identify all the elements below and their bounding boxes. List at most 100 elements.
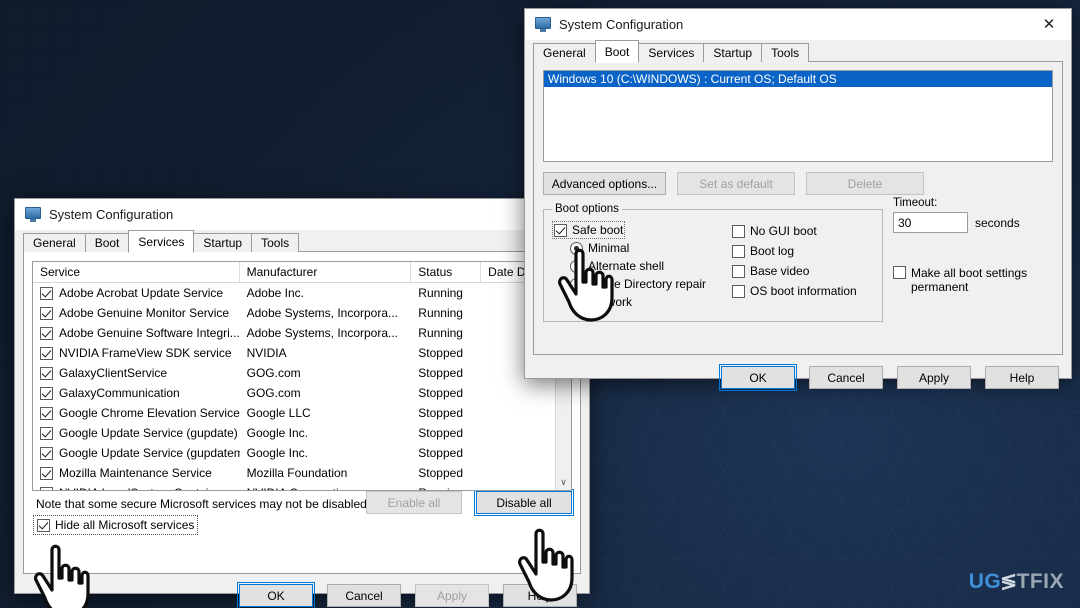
service-checkbox[interactable]	[40, 326, 53, 340]
radio-alternate-shell[interactable]: Alternate shell	[570, 259, 732, 273]
disable-all-button[interactable]: Disable all	[474, 489, 574, 516]
service-cell[interactable]: Adobe Genuine Monitor Service	[33, 306, 240, 320]
no-gui-boot-checkbox[interactable]: No GUI boot	[732, 224, 857, 238]
service-checkbox[interactable]	[40, 306, 53, 320]
make-boot-settings-permanent-checkbox[interactable]	[893, 266, 906, 279]
advanced-options-button[interactable]: Advanced options...	[543, 172, 666, 195]
service-checkbox[interactable]	[40, 406, 53, 420]
table-row[interactable]: Adobe Genuine Software Integri... Adobe S…	[33, 323, 571, 343]
ok-button-boot[interactable]: OK	[719, 364, 797, 391]
services-footer-buttons[interactable]: OK Cancel Apply Help	[15, 574, 589, 608]
tab-services[interactable]: Services	[638, 43, 705, 62]
checkbox-box[interactable]	[732, 224, 745, 238]
services-table-header[interactable]: Service Manufacturer Status Date Disable	[33, 262, 571, 283]
tab-services[interactable]: Services	[128, 230, 195, 253]
service-cell[interactable]: GalaxyCommunication	[33, 386, 240, 400]
table-row[interactable]: NVIDIA FrameView SDK service NVIDIA Stoppe…	[33, 343, 571, 363]
service-cell[interactable]: GalaxyClientService	[33, 366, 240, 380]
apply-button-boot[interactable]: Apply	[897, 366, 971, 389]
table-row[interactable]: Mozilla Maintenance Service Mozilla Found…	[33, 463, 571, 483]
system-configuration-services-window[interactable]: System Configuration General Boot Servic…	[14, 198, 590, 608]
service-checkbox[interactable]	[40, 366, 53, 380]
checkbox-box[interactable]	[732, 284, 745, 298]
radio-button[interactable]	[570, 295, 583, 309]
table-row[interactable]: GalaxyCommunication GOG.com Stopped	[33, 383, 571, 403]
timeout-section: Timeout: seconds Make all boot settings …	[893, 195, 1053, 322]
system-configuration-boot-window[interactable]: System Configuration ✕ General Boot Serv…	[524, 8, 1072, 391]
table-row[interactable]: Google Update Service (gupdate) Google In…	[33, 423, 571, 443]
service-cell[interactable]: NVIDIA LocalSystem Container	[33, 486, 240, 490]
checkbox-box[interactable]	[732, 264, 745, 278]
service-cell[interactable]: Mozilla Maintenance Service	[33, 466, 240, 480]
service-cell[interactable]: Google Update Service (gupdate)	[33, 426, 240, 440]
service-checkbox[interactable]	[40, 466, 53, 480]
ok-button-services[interactable]: OK	[237, 582, 315, 608]
boot-window-titlebar[interactable]: System Configuration ✕	[525, 9, 1071, 40]
service-checkbox[interactable]	[40, 286, 53, 300]
os-list-item[interactable]: Windows 10 (C:\WINDOWS) : Current OS; De…	[544, 71, 1052, 87]
services-window-tabstrip[interactable]: General Boot Services Startup Tools	[15, 230, 589, 253]
tab-startup[interactable]: Startup	[703, 43, 763, 62]
boot-footer-buttons[interactable]: OK Cancel Apply Help	[525, 355, 1071, 391]
base-video-checkbox[interactable]: Base video	[732, 264, 857, 278]
delete-button[interactable]: Delete	[806, 172, 924, 195]
service-checkbox[interactable]	[40, 426, 53, 440]
boot-window-title: System Configuration	[559, 17, 684, 32]
tab-startup[interactable]: Startup	[193, 233, 253, 252]
os-list-box[interactable]: Windows 10 (C:\WINDOWS) : Current OS; De…	[543, 70, 1053, 162]
radio-active-directory-repair[interactable]: Active Directory repair	[570, 277, 732, 291]
radio-button[interactable]	[570, 277, 583, 291]
tab-boot[interactable]: Boot	[594, 40, 640, 63]
boot-window-tabstrip[interactable]: General Boot Services Startup Tools	[525, 40, 1071, 63]
cancel-button-services[interactable]: Cancel	[327, 584, 401, 607]
service-checkbox[interactable]	[40, 386, 53, 400]
cancel-button-boot[interactable]: Cancel	[809, 366, 883, 389]
os-list-buttons[interactable]: Advanced options... Set as default Delet…	[543, 172, 1053, 195]
radio-network[interactable]: Network	[570, 295, 732, 309]
apply-button-services[interactable]: Apply	[415, 584, 489, 607]
table-row[interactable]: Google Chrome Elevation Service Google LL…	[33, 403, 571, 423]
radio-minimal[interactable]: Minimal	[570, 241, 732, 255]
set-as-default-button[interactable]: Set as default	[677, 172, 795, 195]
service-cell[interactable]: Adobe Acrobat Update Service	[33, 286, 240, 300]
tab-boot[interactable]: Boot	[84, 233, 130, 252]
service-cell[interactable]: NVIDIA FrameView SDK service	[33, 346, 240, 360]
service-checkbox[interactable]	[40, 346, 53, 360]
services-window-titlebar[interactable]: System Configuration	[15, 199, 589, 230]
service-checkbox[interactable]	[40, 446, 53, 460]
checkbox-box[interactable]	[554, 223, 567, 237]
enable-all-button[interactable]: Enable all	[366, 491, 462, 514]
checkbox-box[interactable]	[37, 518, 50, 532]
table-row[interactable]: Adobe Genuine Monitor Service Adobe Syste…	[33, 303, 571, 323]
os-boot-information-checkbox[interactable]: OS boot information	[732, 284, 857, 298]
tab-general[interactable]: General	[23, 233, 86, 252]
checkbox-box[interactable]	[732, 244, 745, 258]
radio-button[interactable]	[570, 241, 583, 255]
help-button-boot[interactable]: Help	[985, 366, 1059, 389]
help-button-services[interactable]: Help	[503, 584, 577, 607]
table-row[interactable]: NVIDIA LocalSystem Container NVIDIA Corpo…	[33, 483, 571, 490]
boot-log-checkbox[interactable]: Boot log	[732, 244, 857, 258]
safe-boot-label: Safe boot	[572, 223, 624, 237]
table-row[interactable]: GalaxyClientService GOG.com Stopped	[33, 363, 571, 383]
hide-all-microsoft-services-checkbox[interactable]: Hide all Microsoft services	[32, 515, 199, 535]
radio-button[interactable]	[570, 259, 583, 273]
service-cell[interactable]: Google Update Service (gupdatem)	[33, 446, 240, 460]
close-icon[interactable]: ✕	[1027, 9, 1071, 39]
service-checkbox[interactable]	[40, 486, 53, 490]
tab-tools[interactable]: Tools	[251, 233, 300, 252]
services-table-body[interactable]: Adobe Acrobat Update Service Adobe Inc. Ru…	[33, 283, 571, 490]
service-cell[interactable]: Google Chrome Elevation Service	[33, 406, 240, 420]
table-row[interactable]: Google Update Service (gupdatem) Google I…	[33, 443, 571, 463]
service-cell[interactable]: Adobe Genuine Software Integri...	[33, 326, 240, 340]
scroll-down-arrow[interactable]: ∨	[556, 474, 571, 490]
column-header-service[interactable]: Service	[33, 262, 240, 283]
table-row[interactable]: Adobe Acrobat Update Service Adobe Inc. Ru…	[33, 283, 571, 303]
tab-general[interactable]: General	[533, 43, 596, 62]
services-table[interactable]: Service Manufacturer Status Date Disable…	[32, 261, 572, 491]
column-header-manufacturer[interactable]: Manufacturer	[240, 262, 412, 283]
tab-tools[interactable]: Tools	[761, 43, 810, 62]
column-header-status[interactable]: Status	[411, 262, 482, 283]
safe-boot-checkbox[interactable]: Safe boot	[551, 221, 626, 239]
timeout-input[interactable]	[893, 212, 968, 233]
